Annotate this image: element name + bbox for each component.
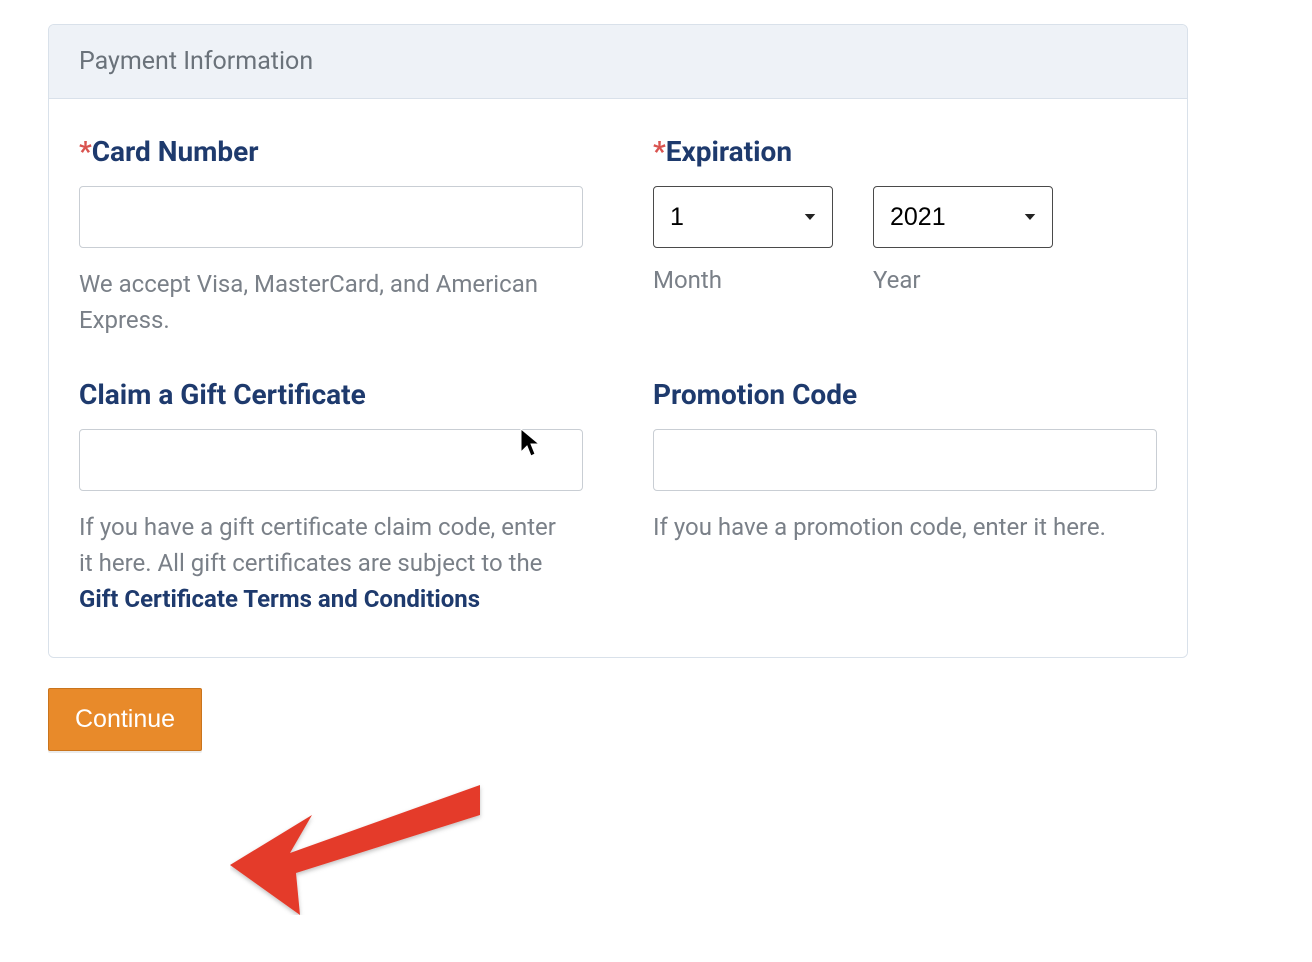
expiration-year-select[interactable]: 2021 (873, 186, 1053, 248)
panel-title: Payment Information (49, 25, 1187, 99)
gift-certificate-group: Claim a Gift Certificate If you have a g… (79, 378, 583, 617)
gift-certificate-label: Claim a Gift Certificate (79, 378, 583, 411)
expiration-year-sublabel: Year (873, 266, 1053, 294)
expiration-month-select[interactable]: 1 (653, 186, 833, 248)
payment-panel: Payment Information *Card Number We acce… (48, 24, 1188, 658)
expiration-group: *Expiration 1 Month 2021 Year (653, 135, 1157, 338)
expiration-selects: 1 Month 2021 Year (653, 186, 1157, 294)
expiration-label-text: Expiration (666, 135, 792, 168)
expiration-month-sublabel: Month (653, 266, 833, 294)
required-mark: * (79, 135, 92, 168)
row-gift-promo: Claim a Gift Certificate If you have a g… (79, 378, 1157, 617)
promo-code-group: Promotion Code If you have a promotion c… (653, 378, 1157, 617)
gift-help-pretext: If you have a gift certificate claim cod… (79, 513, 556, 577)
promo-code-input[interactable] (653, 429, 1157, 491)
panel-body: *Card Number We accept Visa, MasterCard,… (49, 99, 1187, 657)
continue-button[interactable]: Continue (48, 688, 202, 751)
card-number-label: *Card Number (79, 135, 583, 168)
gift-certificate-input[interactable] (79, 429, 583, 491)
card-number-help: We accept Visa, MasterCard, and American… (79, 266, 559, 338)
gift-terms-link[interactable]: Gift Certificate Terms and Conditions (79, 585, 480, 613)
gift-certificate-help: If you have a gift certificate claim cod… (79, 509, 559, 617)
row-card-expiration: *Card Number We accept Visa, MasterCard,… (79, 135, 1157, 338)
card-number-input[interactable] (79, 186, 583, 248)
expiration-label: *Expiration (653, 135, 1157, 168)
required-mark: * (653, 135, 666, 168)
annotation-arrow-icon (230, 775, 490, 919)
promo-code-label: Promotion Code (653, 378, 1157, 411)
promo-code-help: If you have a promotion code, enter it h… (653, 509, 1133, 545)
card-number-group: *Card Number We accept Visa, MasterCard,… (79, 135, 583, 338)
card-number-label-text: Card Number (92, 135, 259, 168)
